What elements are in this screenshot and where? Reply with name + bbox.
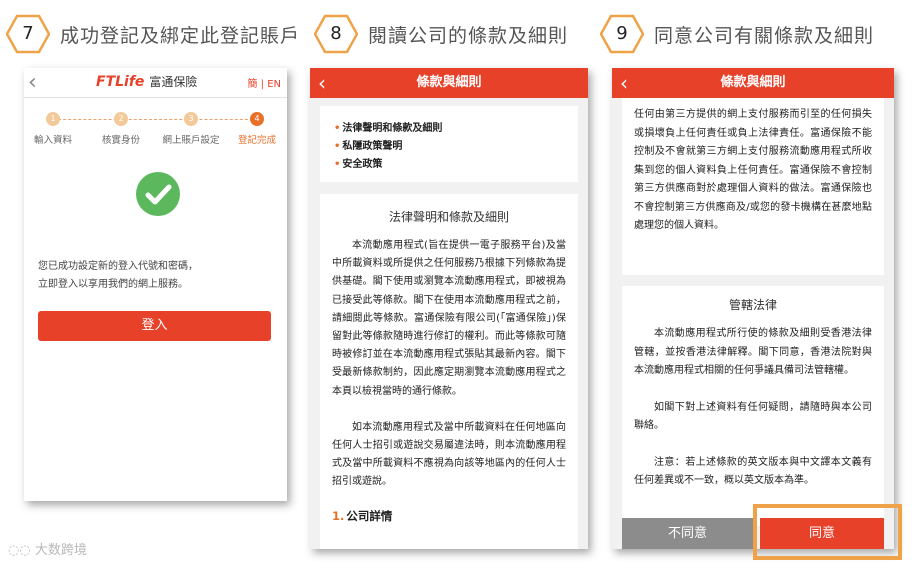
- agree-highlight-frame: [753, 504, 902, 560]
- step-8-header: 8 閱讀公司的條款及細則: [314, 14, 568, 54]
- step-title: 閱讀公司的條款及細則: [368, 24, 569, 47]
- success-message: 您已成功設定新的登入代號和密碼， 立即登入以享用我們的網上服務。: [38, 261, 198, 290]
- progress-step: 1 輸入資料: [33, 112, 72, 146]
- terms-paragraph: 本流動應用程式(旨在提供一電子服務平台)及當中所載資料或所提供之任何服務乃根據下…: [332, 240, 566, 397]
- progress-step: 3 網上賬戶設定: [162, 112, 220, 146]
- link-security-policy[interactable]: • 安全政策: [334, 156, 578, 174]
- step-title: 成功登記及綁定此登記賬戶: [60, 24, 301, 47]
- terms-paragraph: 如閣下對上述資料有任何疑問，請隨時與本公司聯絡。: [634, 401, 872, 432]
- ftlife-logo: FTLife 富通保險: [96, 74, 198, 90]
- header-title: 條款與細則: [720, 75, 786, 90]
- hexagon-badge-icon: 7: [6, 14, 50, 54]
- login-button[interactable]: 登入: [38, 311, 271, 341]
- section-title: 管轄法律: [728, 298, 777, 312]
- progress-step-current: 4 登記完成: [237, 112, 276, 146]
- link-legal-terms[interactable]: • 法律聲明和條款及細則: [334, 120, 578, 138]
- header-title: 條款與細則: [416, 75, 482, 90]
- terms-content-area[interactable]: 任何由第三方提供的網上支付服務而引至的任何損失或損壞負上任何責任或負上法律責任。…: [612, 98, 894, 549]
- terms-paragraph: 任何由第三方提供的網上支付服務而引至的任何損失或損壞負上任何責任或負上法律責任。…: [634, 109, 872, 231]
- step-9-header: 9 同意公司有關條款及細則: [600, 14, 874, 54]
- chevron-left-icon[interactable]: ‹: [318, 68, 326, 98]
- terms-section: 任何由第三方提供的網上支付服務而引至的任何損失或損壞負上任何責任或負上法律責任。…: [622, 98, 884, 275]
- checkmark-circle-icon: [136, 172, 180, 216]
- step-number: 7: [22, 23, 34, 44]
- step-title: 同意公司有關條款及細則: [654, 24, 875, 47]
- governing-law-section: 管轄法律 本流動應用程式所行使的條款及細則受香港法律管轄，並按香港法律解釋。閣下…: [622, 286, 884, 526]
- watermark-logo-icon: ◌◌: [8, 543, 35, 558]
- terms-paragraph: 如本流動應用程式及當中所載資料在任何地區向任何人士招引或遊說交易屬違法時，則本流…: [332, 421, 566, 488]
- chevron-left-icon[interactable]: ‹: [28, 70, 37, 95]
- terms-document: 法律聲明和條款及細則 本流動應用程式(旨在提供一電子服務平台)及當中所載資料或所…: [320, 194, 578, 549]
- step-number: 8: [330, 23, 342, 44]
- app-header: ‹ FTLife 富通保險 簡 | EN: [24, 68, 287, 98]
- app-header: ‹ 條款與細則: [310, 68, 588, 98]
- registration-progress: 1 輸入資料 2 核實身份 3 網上賬戶設定 4 登記完成: [24, 108, 287, 160]
- disagree-button[interactable]: 不同意: [622, 518, 753, 549]
- watermark: ◌◌ 大数跨境: [8, 543, 87, 558]
- chevron-left-icon[interactable]: ‹: [620, 68, 628, 98]
- terms-agree-screen: ‹ 條款與細則 任何由第三方提供的網上支付服務而引至的任何損失或損壞負上任何責任…: [612, 68, 894, 549]
- document-title: 法律聲明和條款及細則: [388, 210, 509, 224]
- link-privacy-policy[interactable]: • 私隱政策聲明: [334, 138, 578, 156]
- hexagon-badge-icon: 8: [314, 14, 358, 54]
- terms-content-area[interactable]: • 法律聲明和條款及細則 • 私隱政策聲明 • 安全政策 法律聲明和條款及細則 本流動…: [310, 98, 588, 549]
- terms-link-list: • 法律聲明和條款及細則 • 私隱政策聲明 • 安全政策: [320, 106, 578, 182]
- section-heading: 1. 公司詳情: [332, 508, 393, 523]
- terms-reading-screen: ‹ 條款與細則 • 法律聲明和條款及細則 • 私隱政策聲明 • 安全政策 法律聲明和條…: [310, 68, 588, 549]
- progress-step: 2 核實身份: [101, 112, 140, 146]
- terms-paragraph: 本流動應用程式所行使的條款及細則受香港法律管轄，並按香港法律解釋。閣下同意，香港…: [634, 328, 872, 376]
- step-7-header: 7 成功登記及綁定此登記賬戶: [6, 14, 300, 54]
- step-number: 9: [616, 23, 628, 44]
- hexagon-badge-icon: 9: [600, 14, 644, 54]
- registration-complete-screen: ‹ FTLife 富通保險 簡 | EN 1 輸入資料 2 核實身份 3 網上賬戶…: [24, 68, 287, 501]
- app-header: ‹ 條款與細則: [612, 68, 894, 98]
- language-switch[interactable]: 簡 | EN: [247, 75, 281, 90]
- terms-paragraph: 注意：若上述條款的英文版本與中文譯本文義有任何差異或不一致，概以英文版本為準。: [634, 456, 872, 487]
